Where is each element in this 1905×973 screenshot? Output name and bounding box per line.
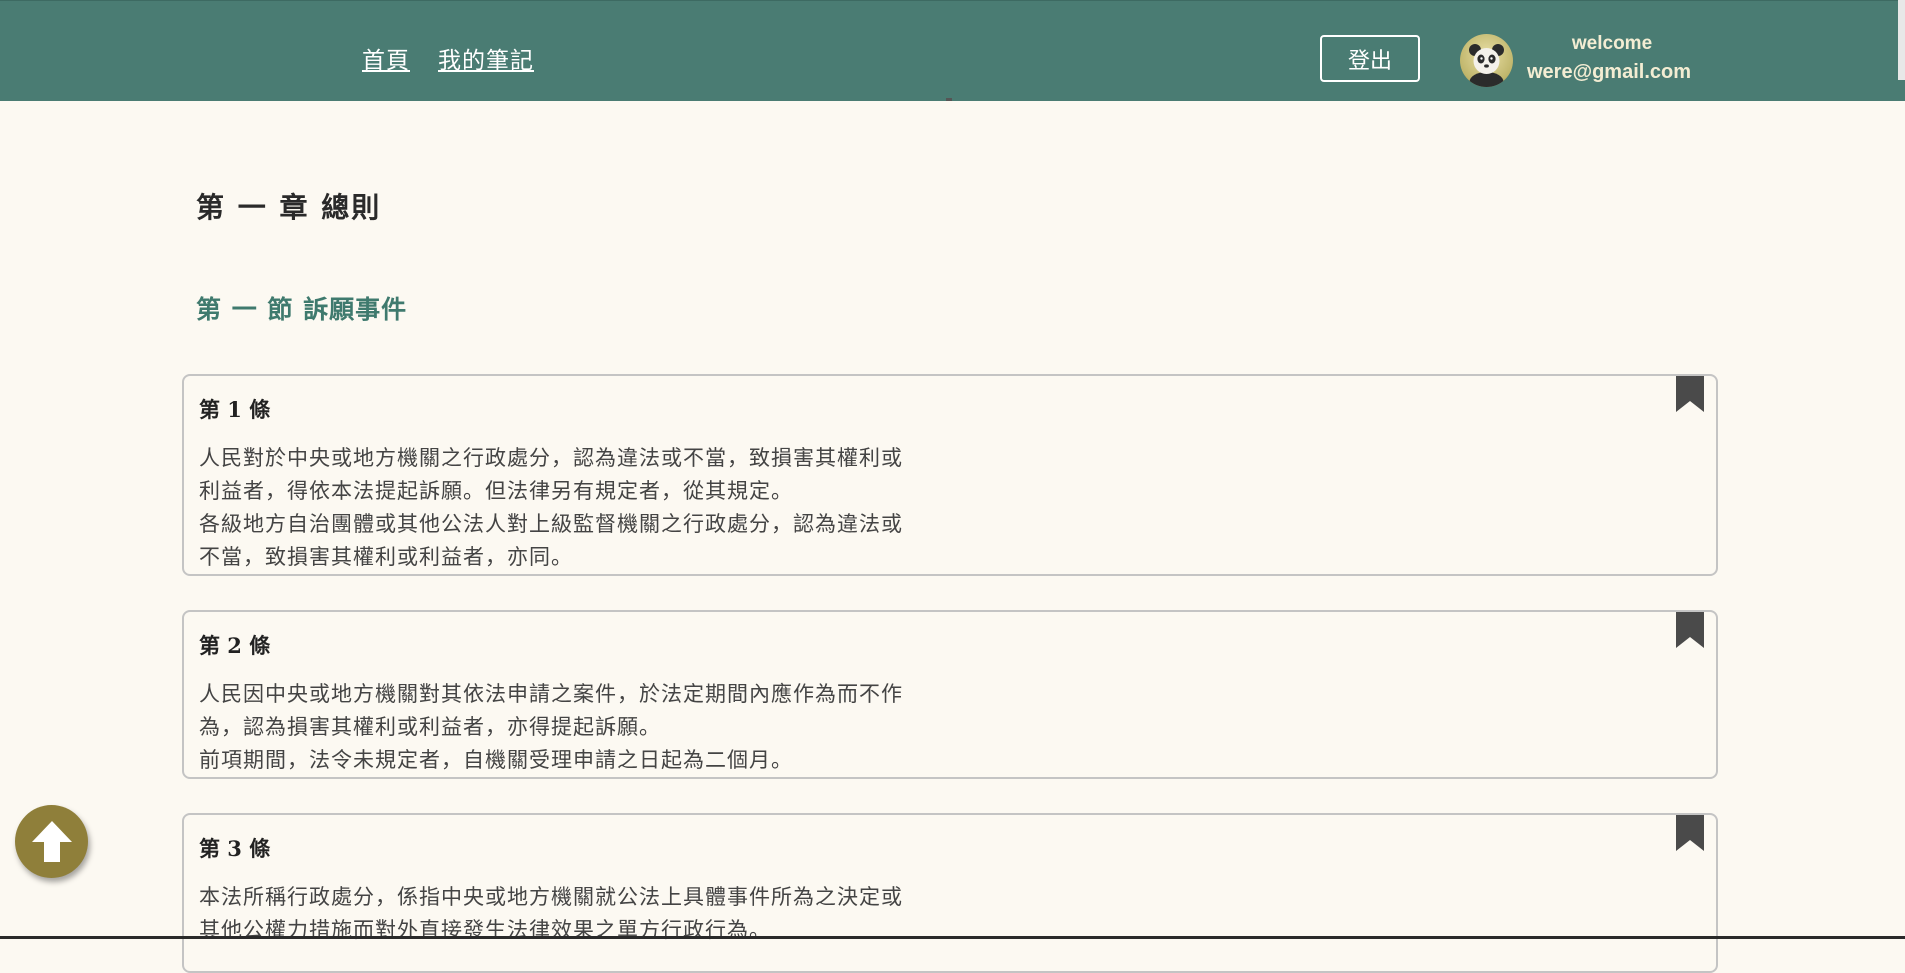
back-to-top-button[interactable] bbox=[15, 805, 88, 878]
nav-links: 首頁 我的筆記 bbox=[362, 41, 534, 75]
article-body: 人民因中央或地方機關對其依法申請之案件，於法定期間內應作為而不作 為，認為損害其… bbox=[199, 678, 903, 777]
nav-divider-mark bbox=[946, 98, 952, 101]
top-navbar: 首頁 我的筆記 登出 welcome were@gmail.com bbox=[0, 0, 1905, 101]
article-line: 人民對於中央或地方機關之行政處分，認為違法或不當，致損害其權利或 bbox=[199, 446, 903, 470]
article-line: 前項期間，法令未規定者，自機關受理申請之日起為二個月。 bbox=[199, 748, 793, 772]
bookmark-icon[interactable] bbox=[1676, 376, 1704, 412]
article-line: 各級地方自治團體或其他公法人對上級監督機關之行政處分，認為違法或 bbox=[199, 512, 903, 536]
user-email: were@gmail.com bbox=[1527, 61, 1692, 83]
article-title: 第 1 條 bbox=[199, 397, 271, 422]
panda-icon bbox=[1469, 44, 1504, 87]
article-title: 第 3 條 bbox=[199, 836, 271, 861]
chapter-title: 第 一 章 總則 bbox=[196, 191, 382, 224]
welcome-text: welcome bbox=[1571, 33, 1653, 54]
arrow-up-icon bbox=[31, 820, 72, 862]
bookmark-icon[interactable] bbox=[1676, 815, 1704, 851]
article-line: 人民因中央或地方機關對其依法申請之案件，於法定期間內應作為而不作 bbox=[199, 682, 903, 706]
article-title: 第 2 條 bbox=[199, 633, 271, 658]
article-body: 人民對於中央或地方機關之行政處分，認為違法或不當，致損害其權利或 利益者，得依本… bbox=[199, 442, 903, 574]
article-card-3: 第 3 條 本法所稱行政處分，係指中央或地方機關就公法上具體事件所為之決定或 其… bbox=[182, 813, 1718, 973]
user-info: welcome were@gmail.com bbox=[1527, 33, 1691, 84]
nav-link-my-notes[interactable]: 我的筆記 bbox=[438, 41, 534, 75]
article-line: 不當，致損害其權利或利益者，亦同。 bbox=[199, 545, 573, 569]
article-line: 其他公權力措施而對外直接發生法律效果之單方行政行為。 bbox=[199, 918, 771, 942]
bookmark-icon[interactable] bbox=[1676, 612, 1704, 648]
scrollbar[interactable] bbox=[1898, 0, 1905, 80]
section-title: 第 一 節 訴願事件 bbox=[196, 295, 408, 324]
article-card-1: 第 1 條 人民對於中央或地方機關之行政處分，認為違法或不當，致損害其權利或 利… bbox=[182, 374, 1718, 576]
article-line: 本法所稱行政處分，係指中央或地方機關就公法上具體事件所為之決定或 bbox=[199, 885, 903, 909]
avatar[interactable] bbox=[1460, 34, 1513, 87]
article-line: 為，認為損害其權利或利益者，亦得提起訴願。 bbox=[199, 715, 661, 739]
nav-link-home[interactable]: 首頁 bbox=[362, 41, 410, 75]
logout-button[interactable]: 登出 bbox=[1320, 35, 1420, 82]
article-line: 利益者，得依本法提起訴願。但法律另有規定者，從其規定。 bbox=[199, 479, 793, 503]
article-card-2: 第 2 條 人民因中央或地方機關對其依法申請之案件，於法定期間內應作為而不作 為… bbox=[182, 610, 1718, 779]
